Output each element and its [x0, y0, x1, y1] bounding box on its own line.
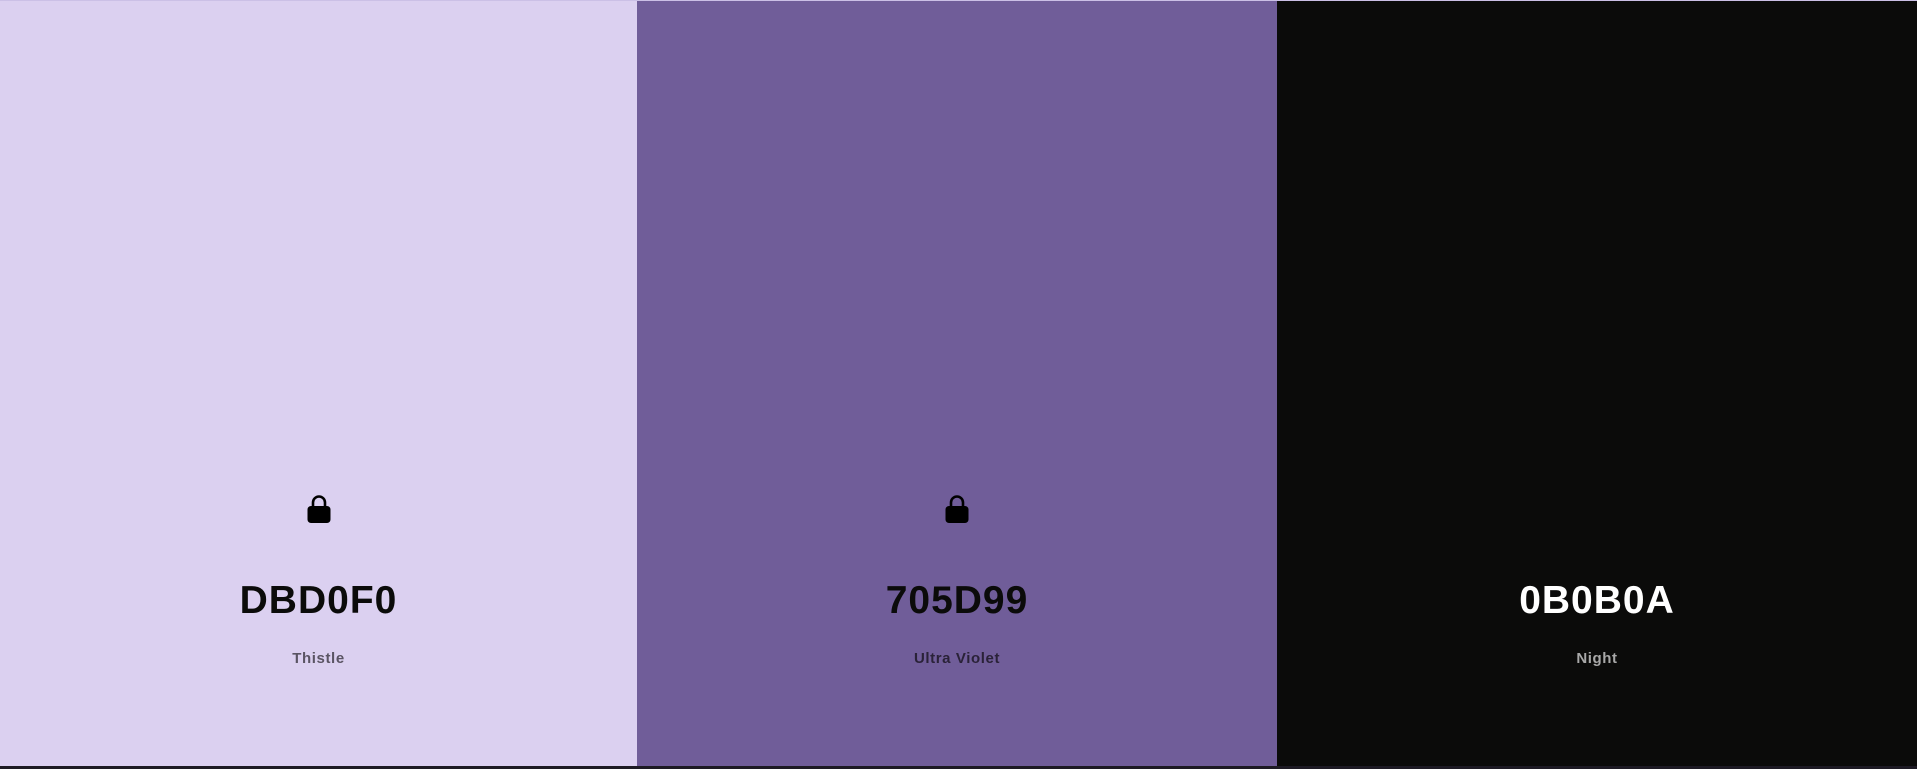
- color-name[interactable]: Ultra Violet: [637, 649, 1277, 669]
- color-palette: DBD0F0 Thistle 705D99 Ultra Violet 0B0B0…: [0, 0, 1917, 766]
- hex-code[interactable]: DBD0F0: [0, 576, 637, 626]
- color-swatch-ultra-violet[interactable]: 705D99 Ultra Violet: [637, 1, 1277, 766]
- lock-icon[interactable]: [306, 494, 332, 524]
- color-name[interactable]: Thistle: [0, 649, 637, 669]
- color-swatch-thistle[interactable]: DBD0F0 Thistle: [0, 1, 637, 766]
- hex-code[interactable]: 705D99: [637, 576, 1277, 626]
- hex-code[interactable]: 0B0B0A: [1277, 576, 1917, 626]
- lock-icon[interactable]: [944, 494, 970, 524]
- color-swatch-night[interactable]: 0B0B0A Night: [1277, 1, 1917, 766]
- color-name[interactable]: Night: [1277, 649, 1917, 669]
